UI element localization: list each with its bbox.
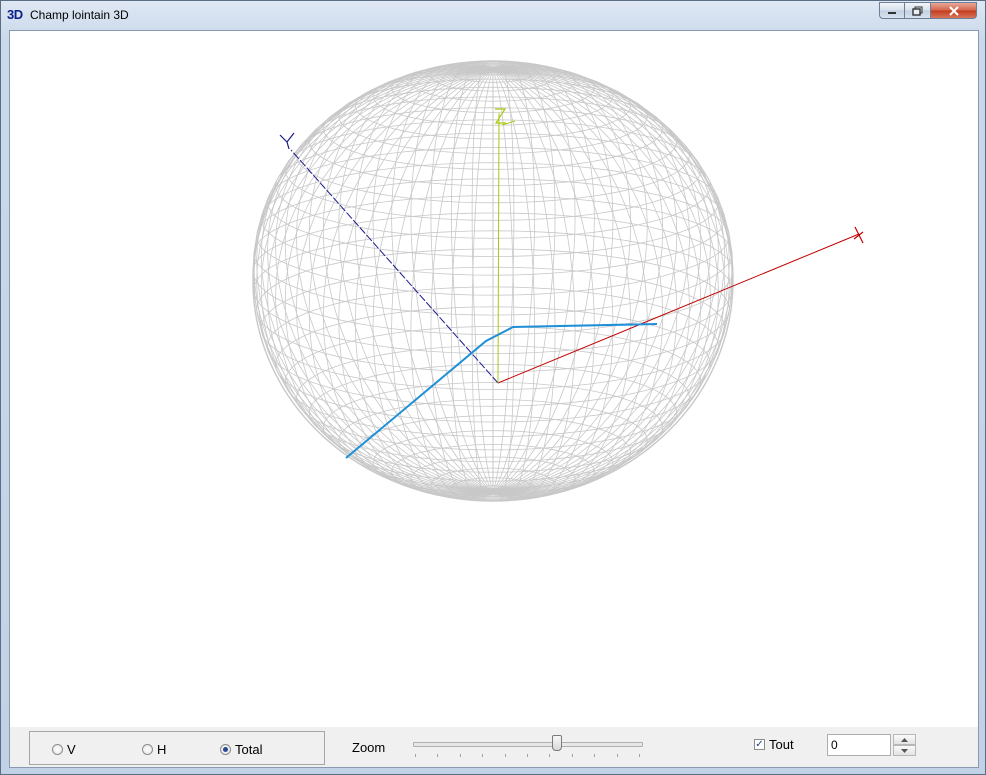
- angle-spin-input[interactable]: [827, 734, 891, 756]
- zoom-slider-tick: [504, 754, 506, 757]
- all-checkbox-box: ✓: [754, 739, 765, 750]
- mesh-longitude-line: [253, 68, 494, 493]
- title-bar[interactable]: 3D Champ lointain 3D: [1, 1, 985, 29]
- zoom-slider-tick: [459, 754, 461, 757]
- all-checkbox[interactable]: ✓ Tout: [754, 737, 794, 752]
- restore-icon: [911, 6, 922, 16]
- mesh-longitude-line: [492, 68, 733, 493]
- control-bar: V H Total Zoom ✓ Tout: [10, 727, 978, 767]
- minimize-button[interactable]: [879, 2, 905, 19]
- mesh-longitude-line: [492, 61, 576, 493]
- zoom-label: Zoom: [352, 740, 386, 755]
- spin-down-icon: [901, 748, 908, 753]
- zoom-slider-thumb[interactable]: [551, 735, 562, 751]
- client-area: V H Total Zoom ✓ Tout: [9, 30, 979, 768]
- zoom-slider-tick: [415, 754, 416, 757]
- zoom-slider-tick: [527, 754, 528, 757]
- close-button[interactable]: [931, 2, 977, 19]
- polarization-group: V H Total: [29, 731, 325, 765]
- 3d-viewport[interactable]: [10, 31, 978, 727]
- minimize-icon: [888, 11, 896, 14]
- maximize-button[interactable]: [905, 2, 931, 19]
- radio-v-label: V: [67, 742, 76, 757]
- mesh-longitude-line: [410, 61, 494, 493]
- far-field-3d-plot: [252, 60, 864, 502]
- radio-h-label: H: [157, 742, 167, 757]
- spin-up-button[interactable]: [893, 734, 916, 745]
- zoom-slider-tick: [616, 754, 618, 757]
- mesh-longitude-line: [260, 68, 494, 494]
- caption-buttons: [879, 2, 977, 20]
- axes-group: [279, 108, 864, 384]
- radio-h[interactable]: H: [142, 742, 166, 757]
- mesh-longitude-line: [492, 65, 678, 493]
- radio-v-indicator: [52, 744, 63, 755]
- zoom-slider-tick: [639, 754, 640, 757]
- window-title: Champ lointain 3D: [30, 8, 129, 22]
- radio-total-label: Total: [235, 742, 263, 757]
- app-window: 3D Champ lointain 3D V H Total Zoom ✓ To…: [0, 0, 986, 775]
- radiation-pattern-mesh: [252, 60, 734, 502]
- z-axis-label-glyph: [494, 108, 507, 124]
- x-axis-line: [497, 233, 860, 384]
- all-checkbox-label: Tout: [769, 737, 794, 752]
- mesh-longitude-line: [308, 65, 494, 493]
- radio-v[interactable]: V: [52, 742, 76, 757]
- zoom-slider-tick: [571, 754, 573, 757]
- zoom-slider-track: [413, 742, 643, 747]
- radio-total-indicator: [220, 744, 231, 755]
- mesh-longitude-line: [253, 68, 494, 493]
- spin-up-icon: [901, 737, 908, 742]
- zoom-slider-tick: [549, 754, 551, 757]
- radio-h-indicator: [142, 744, 153, 755]
- mesh-longitude-line: [492, 68, 726, 494]
- mesh-longitude-line: [492, 68, 733, 493]
- zoom-slider-tick: [594, 754, 596, 757]
- zoom-slider[interactable]: [413, 733, 643, 759]
- spin-down-button[interactable]: [893, 745, 916, 756]
- spin-buttons: [893, 734, 916, 756]
- zoom-slider-tick: [482, 754, 484, 757]
- mesh-longitude-line: [295, 68, 494, 496]
- zoom-slider-tick: [437, 754, 439, 757]
- y-axis-label-glyph: [279, 132, 295, 150]
- app-3d-icon: 3D: [7, 7, 23, 22]
- close-icon: [948, 5, 959, 16]
- radio-total[interactable]: Total: [220, 742, 262, 757]
- mesh-longitude-line: [492, 68, 691, 496]
